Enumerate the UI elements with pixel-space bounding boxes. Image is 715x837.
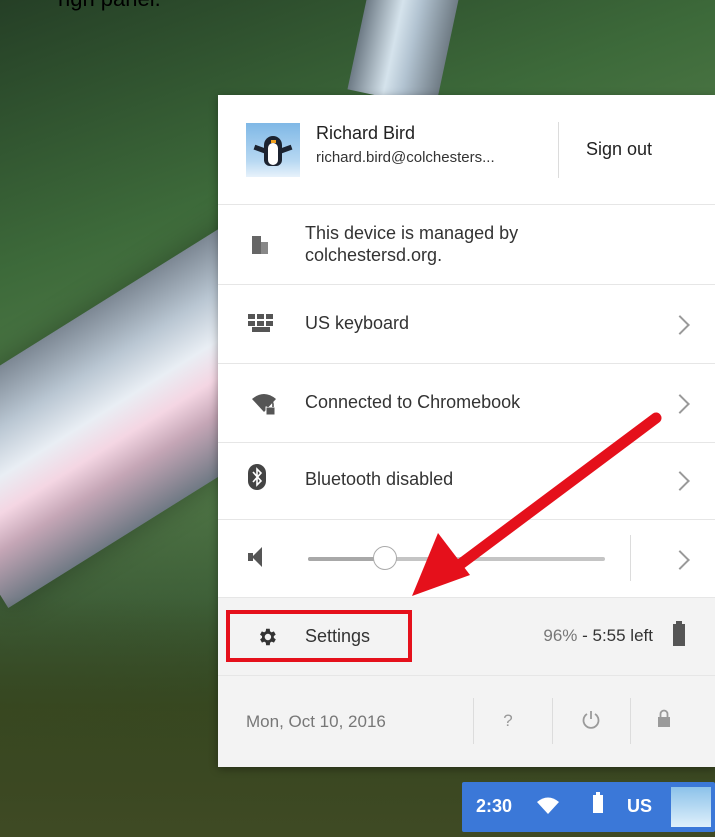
input-language: US [627, 796, 653, 816]
status-tray[interactable]: 2:30 US [462, 782, 715, 832]
tray-avatar [671, 787, 711, 827]
wifi-icon [537, 797, 559, 814]
clock: 2:30 [476, 796, 513, 816]
annotation-arrow [412, 412, 662, 596]
battery-icon [593, 792, 603, 813]
